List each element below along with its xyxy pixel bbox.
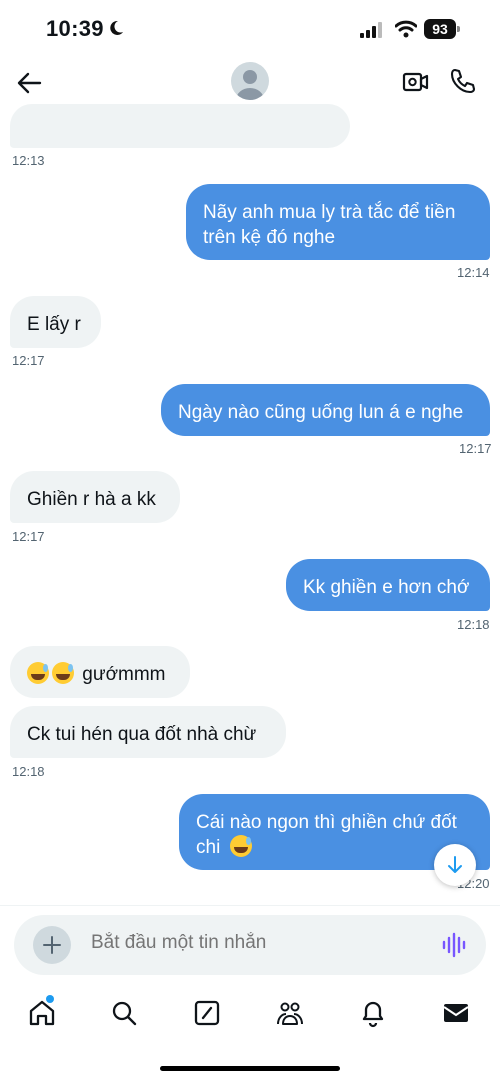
status-time: 10:39	[46, 16, 104, 41]
incoming-message-bubble[interactable]: E lấy r	[10, 296, 101, 348]
status-bar: 10:39 93	[0, 0, 500, 58]
message-timestamp: 12:17	[12, 529, 45, 544]
outgoing-message-bubble[interactable]: Kk ghiền e hơn chớ	[286, 559, 490, 611]
voice-message-icon[interactable]	[442, 932, 466, 958]
message-timestamp: 12:14	[457, 265, 490, 280]
battery-tip	[457, 26, 460, 32]
default-avatar-icon	[236, 70, 264, 100]
incoming-message-bubble[interactable]: Ghiền r hà a kk	[10, 471, 180, 523]
incoming-message-bubble[interactable]	[10, 104, 350, 148]
video-call-icon[interactable]	[402, 68, 430, 96]
phone-call-icon[interactable]	[449, 67, 477, 95]
scroll-to-bottom-button[interactable]	[434, 844, 476, 886]
incoming-message-bubble[interactable]: Ck tui hén qua đốt nhà chừ	[10, 706, 286, 758]
messages-icon[interactable]	[441, 998, 471, 1028]
home-indicator	[160, 1066, 340, 1071]
sweat-smile-emoji-icon	[52, 662, 74, 684]
message-composer	[14, 915, 486, 975]
moon-icon	[110, 20, 123, 35]
message-text: gướmmm	[82, 664, 166, 685]
incoming-message-bubble[interactable]: gướmmm	[10, 646, 190, 698]
notifications-icon[interactable]	[358, 998, 388, 1028]
avatar[interactable]	[231, 62, 269, 100]
back-arrow-icon[interactable]	[16, 70, 42, 96]
plus-icon	[43, 936, 61, 954]
message-timestamp: 12:17	[12, 353, 45, 368]
search-icon[interactable]	[109, 998, 139, 1028]
message-text-fragment: chi	[196, 837, 221, 858]
message-text: Kk ghiền e hơn chớ	[303, 577, 470, 598]
message-text-line: trên kệ đó nghe	[203, 227, 336, 248]
message-text: Ck tui hén qua đốt nhà chừ	[27, 724, 257, 745]
battery-indicator: 93	[424, 19, 460, 39]
wifi-icon	[395, 20, 417, 38]
home-icon[interactable]	[27, 998, 57, 1028]
message-text: Ngày nào cũng uống lun á e nghe	[178, 402, 464, 423]
outgoing-message-bubble[interactable]: Nãy anh mua ly trà tắc để tiền trên kệ đ…	[186, 184, 490, 260]
message-text: Ghiền r hà a kk	[27, 489, 156, 510]
outgoing-message-bubble[interactable]: Ngày nào cũng uống lun á e nghe	[161, 384, 490, 436]
grok-icon[interactable]	[192, 998, 222, 1028]
sweat-smile-emoji-icon	[27, 662, 49, 684]
message-text-line: chi	[196, 833, 473, 862]
composer-divider	[0, 905, 500, 906]
communities-icon[interactable]	[275, 998, 305, 1028]
message-timestamp: 12:17	[459, 441, 492, 456]
message-text: E lấy r	[27, 314, 81, 335]
add-attachment-button[interactable]	[33, 926, 71, 964]
message-timestamp: 12:18	[12, 764, 45, 779]
message-timestamp: 12:18	[457, 617, 490, 632]
sweat-smile-emoji-icon	[229, 835, 252, 857]
arrow-down-icon	[448, 856, 462, 873]
battery-level: 93	[424, 19, 456, 39]
message-timestamp: 12:13	[12, 153, 45, 168]
home-notification-dot	[46, 995, 54, 1003]
bottom-navigation	[0, 990, 500, 1040]
cellular-signal-icon	[360, 22, 382, 38]
message-input[interactable]	[91, 932, 421, 954]
